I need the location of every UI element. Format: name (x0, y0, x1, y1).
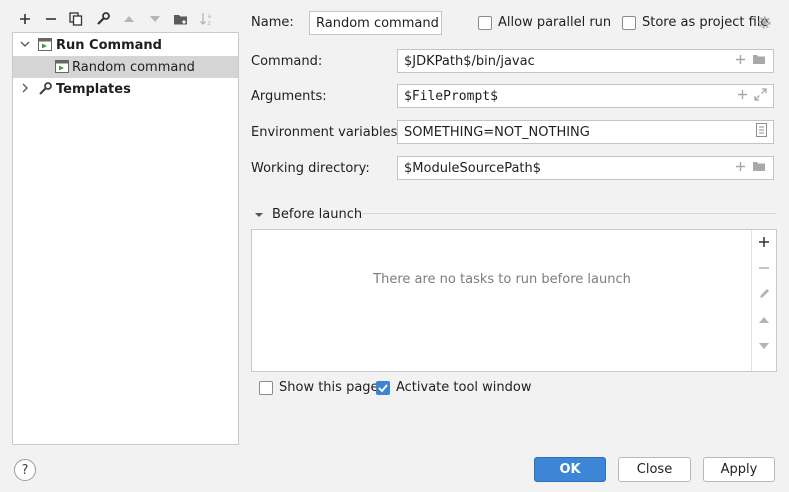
arguments-label: Arguments: (251, 89, 327, 104)
env-input[interactable]: SOMETHING=NOT_NOTHING (397, 120, 774, 144)
chevron-right-icon[interactable] (19, 82, 31, 98)
apply-button[interactable]: Apply (703, 457, 775, 482)
svg-text:z: z (208, 20, 211, 27)
insert-macro-icon[interactable] (735, 54, 746, 69)
chevron-down-icon[interactable] (19, 38, 31, 54)
close-button[interactable]: Close (618, 457, 691, 482)
folder-icon[interactable] (752, 160, 767, 176)
new-folder-icon[interactable] (172, 10, 190, 28)
svg-text:a: a (208, 13, 212, 20)
name-label: Name: (251, 15, 294, 30)
before-launch-title: Before launch (272, 207, 363, 222)
move-up-icon[interactable] (757, 313, 771, 327)
store-project-label: Store as project file (642, 15, 769, 30)
gear-icon[interactable] (757, 15, 772, 34)
allow-parallel-label: Allow parallel run (498, 15, 612, 30)
name-value: Random command (316, 15, 439, 31)
sort-icon[interactable]: az (198, 10, 216, 28)
folder-icon[interactable] (752, 53, 767, 69)
store-project-checkbox[interactable] (622, 16, 636, 30)
before-launch-toggle-icon[interactable] (254, 209, 264, 224)
activate-tool-checkbox[interactable] (376, 381, 390, 395)
command-label: Command: (251, 54, 323, 69)
wrench-icon[interactable] (94, 10, 112, 28)
move-down-icon[interactable] (757, 339, 771, 353)
workdir-value: $ModuleSourcePath$ (404, 160, 542, 176)
expand-icon[interactable] (754, 87, 767, 105)
tree-item-label: Run Command (56, 37, 162, 53)
remove-task-icon[interactable] (757, 261, 771, 275)
arrow-down-icon[interactable] (146, 10, 164, 28)
name-input[interactable]: Random command (309, 11, 442, 35)
arguments-input[interactable]: $FilePrompt$ (397, 84, 774, 108)
workdir-label: Working directory: (251, 161, 370, 176)
edit-task-icon[interactable] (757, 286, 771, 300)
tree-item-templates[interactable]: Templates (13, 78, 238, 100)
wrench-icon (38, 82, 52, 100)
command-value: $JDKPath$/bin/javac (404, 53, 535, 69)
command-input[interactable]: $JDKPath$/bin/javac (397, 49, 774, 73)
add-task-icon[interactable] (757, 235, 771, 249)
help-button[interactable]: ? (14, 459, 36, 481)
workdir-input[interactable]: $ModuleSourcePath$ (397, 156, 774, 180)
run-config-icon (55, 60, 69, 77)
arrow-up-icon[interactable] (120, 10, 138, 28)
activate-tool-label: Activate tool window (396, 380, 532, 395)
tree-item-run-command[interactable]: Run Command (13, 34, 238, 56)
tree-item-random-command[interactable]: Random command (13, 56, 238, 78)
tree-item-label: Random command (72, 59, 195, 75)
before-launch-list[interactable]: There are no tasks to run before launch (251, 229, 777, 372)
insert-macro-icon[interactable] (737, 89, 748, 104)
copy-icon[interactable] (67, 10, 85, 28)
ok-button[interactable]: OK (534, 457, 606, 482)
add-icon[interactable] (16, 10, 34, 28)
arguments-value: $FilePrompt$ (404, 88, 498, 104)
empty-list-text: There are no tasks to run before launch (373, 272, 631, 287)
tree-item-label: Templates (56, 81, 131, 97)
separator (362, 213, 776, 214)
remove-icon[interactable] (42, 10, 60, 28)
document-icon[interactable] (756, 123, 767, 141)
allow-parallel-checkbox[interactable] (478, 16, 492, 30)
checkmark-icon (378, 384, 388, 393)
env-label: Environment variables: (251, 125, 402, 140)
env-value: SOMETHING=NOT_NOTHING (404, 124, 590, 140)
show-page-label: Show this page (279, 380, 379, 395)
insert-macro-icon[interactable] (735, 161, 746, 176)
run-config-icon (38, 38, 52, 55)
show-page-checkbox[interactable] (259, 381, 273, 395)
before-launch-toolbar (751, 230, 776, 371)
configuration-tree[interactable]: Run Command Random command Templates (12, 32, 239, 445)
